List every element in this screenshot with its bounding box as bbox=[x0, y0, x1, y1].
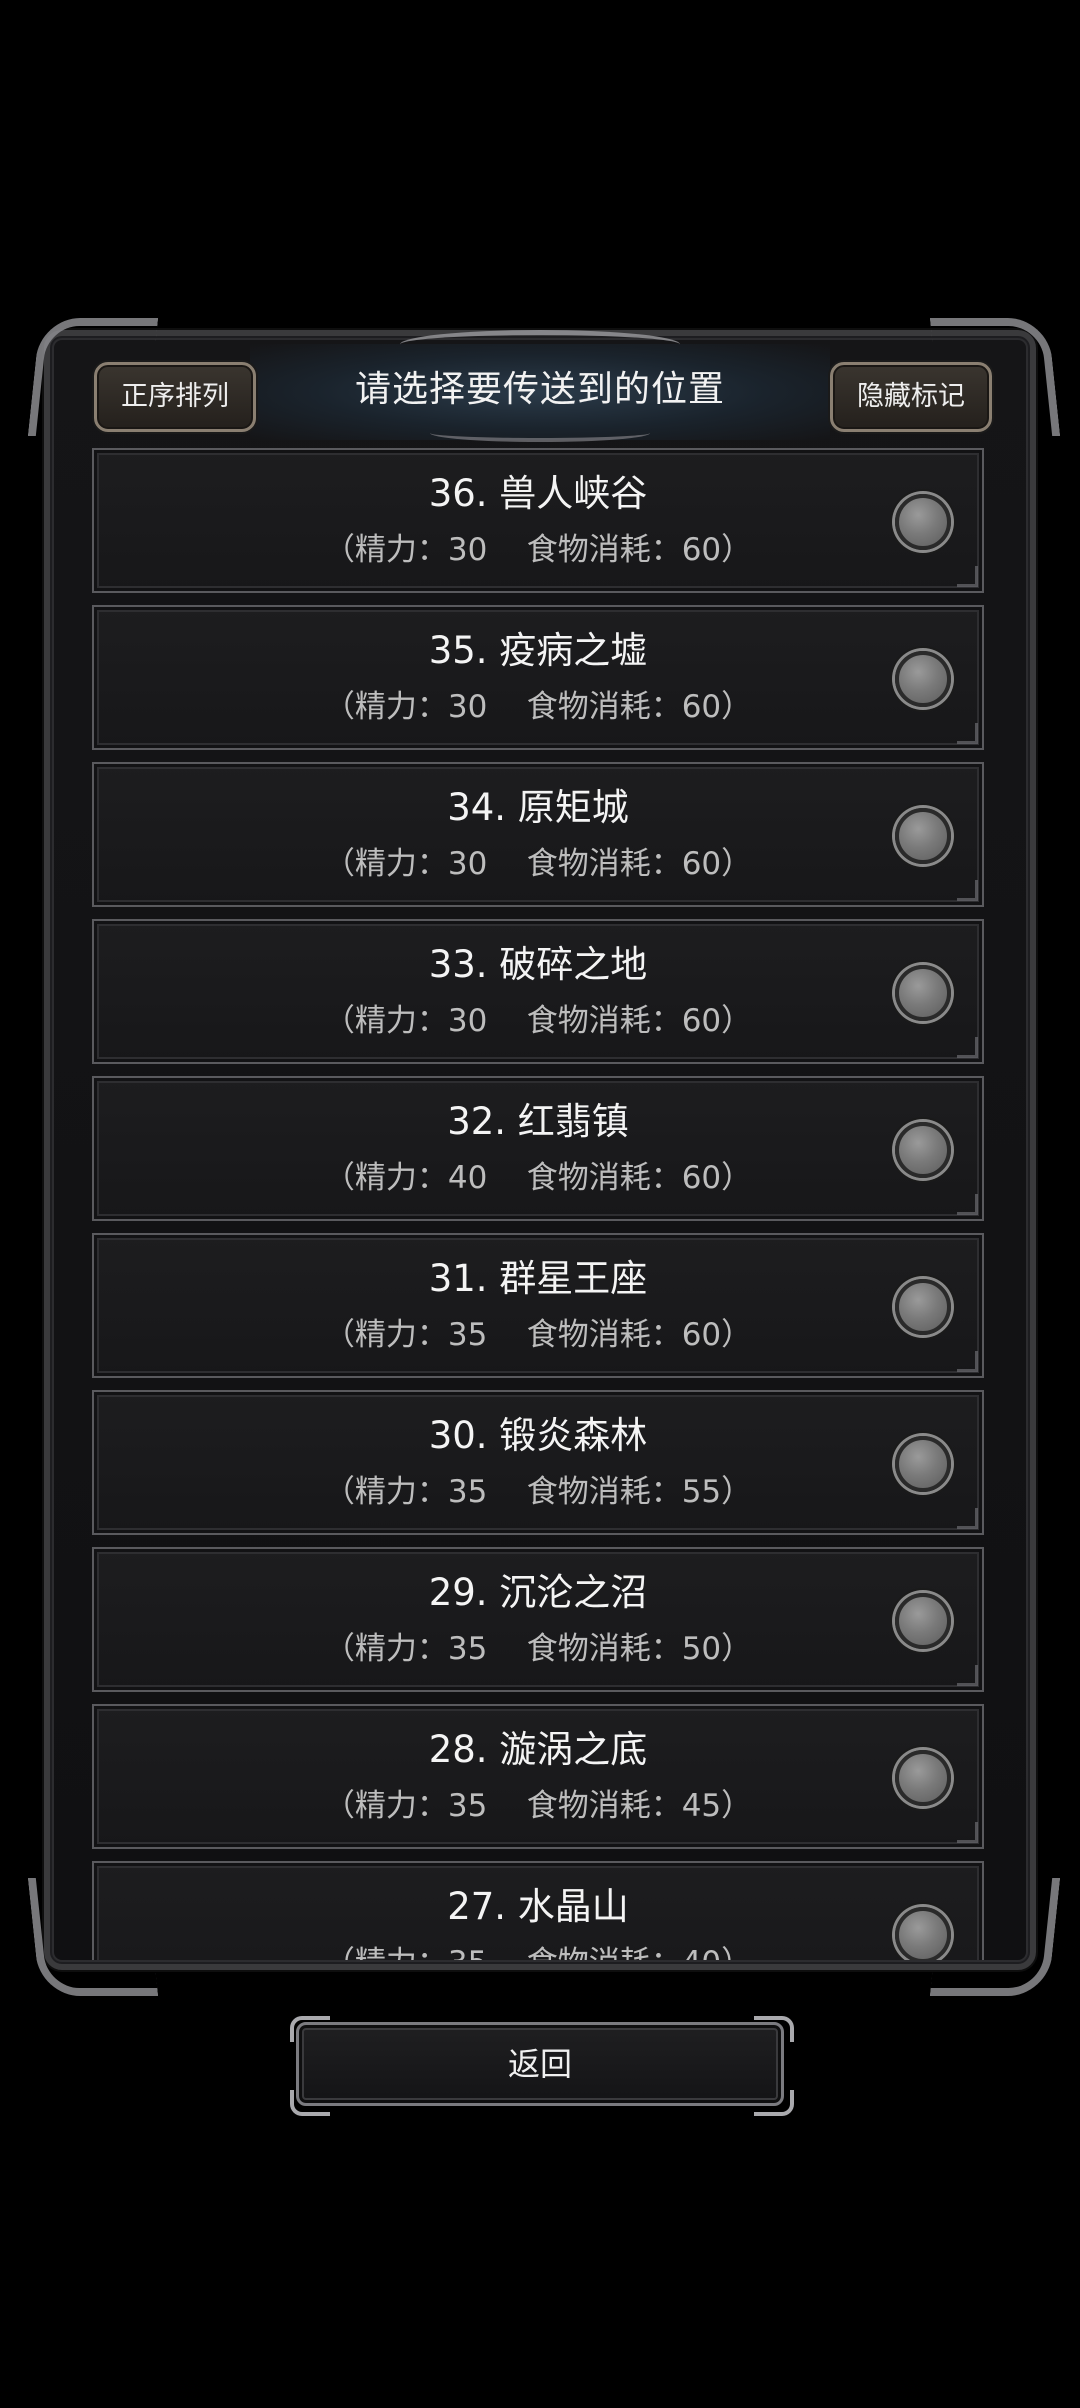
location-cost: （精力：30 食物消耗：60） bbox=[323, 846, 753, 882]
location-item[interactable]: 27. 水晶山 （精力：35 食物消耗：40） bbox=[92, 1861, 984, 1960]
hide-markers-button[interactable]: 隐藏标记 bbox=[830, 362, 992, 432]
location-name: 30. 锻炎森林 bbox=[428, 1414, 648, 1457]
location-item[interactable]: 32. 红翡镇 （精力：40 食物消耗：60） bbox=[92, 1076, 984, 1221]
location-cost: （精力：30 食物消耗：60） bbox=[323, 532, 753, 568]
location-name: 34. 原矩城 bbox=[447, 786, 629, 829]
location-cost: （精力：35 食物消耗：45） bbox=[323, 1788, 753, 1824]
button-corner-ornament bbox=[754, 2016, 794, 2042]
location-cost: （精力：30 食物消耗：60） bbox=[323, 689, 753, 725]
location-name: 36. 兽人峡谷 bbox=[428, 472, 648, 515]
back-button[interactable]: 返回 bbox=[296, 2022, 784, 2106]
location-name: 32. 红翡镇 bbox=[447, 1100, 629, 1143]
button-corner-ornament bbox=[754, 2090, 794, 2116]
location-name: 29. 沉沦之沼 bbox=[428, 1571, 648, 1614]
select-radio[interactable] bbox=[895, 1750, 951, 1806]
select-radio[interactable] bbox=[895, 1279, 951, 1335]
location-cost: （精力：35 食物消耗：40） bbox=[94, 1941, 982, 1960]
location-cost: （精力：35 食物消耗：60） bbox=[323, 1317, 753, 1353]
teleport-screen: 请选择要传送到的位置 正序排列 隐藏标记 36. 兽人峡谷 （精力：30 食物消… bbox=[0, 0, 1080, 2408]
select-radio[interactable] bbox=[895, 808, 951, 864]
location-item[interactable]: 34. 原矩城 （精力：30 食物消耗：60） bbox=[92, 762, 984, 907]
button-corner-ornament bbox=[290, 2016, 330, 2042]
location-item[interactable]: 33. 破碎之地 （精力：30 食物消耗：60） bbox=[92, 919, 984, 1064]
location-cost: （精力：35 食物消耗：50） bbox=[323, 1631, 753, 1667]
sort-order-button[interactable]: 正序排列 bbox=[94, 362, 256, 432]
location-item[interactable]: 29. 沉沦之沼 （精力：35 食物消耗：50） bbox=[92, 1547, 984, 1692]
header-ornament bbox=[430, 424, 650, 442]
select-radio[interactable] bbox=[895, 651, 951, 707]
select-radio[interactable] bbox=[895, 1907, 951, 1960]
select-radio[interactable] bbox=[895, 1122, 951, 1178]
location-item[interactable]: 28. 漩涡之底 （精力：35 食物消耗：45） bbox=[92, 1704, 984, 1849]
location-list[interactable]: 36. 兽人峡谷 （精力：30 食物消耗：60） 35. 疫病之墟 （精力：30… bbox=[92, 446, 986, 1960]
location-item[interactable]: 35. 疫病之墟 （精力：30 食物消耗：60） bbox=[92, 605, 984, 750]
location-name: 28. 漩涡之底 bbox=[428, 1728, 648, 1771]
select-radio[interactable] bbox=[895, 965, 951, 1021]
location-cost: （精力：30 食物消耗：60） bbox=[323, 1003, 753, 1039]
select-radio[interactable] bbox=[895, 494, 951, 550]
location-cost: （精力：40 食物消耗：60） bbox=[323, 1160, 753, 1196]
button-corner-ornament bbox=[290, 2090, 330, 2116]
location-name: 33. 破碎之地 bbox=[428, 943, 648, 986]
select-radio[interactable] bbox=[895, 1436, 951, 1492]
location-item[interactable]: 31. 群星王座 （精力：35 食物消耗：60） bbox=[92, 1233, 984, 1378]
location-item[interactable]: 36. 兽人峡谷 （精力：30 食物消耗：60） bbox=[92, 448, 984, 593]
select-radio[interactable] bbox=[895, 1593, 951, 1649]
location-name: 27. 水晶山 bbox=[447, 1885, 629, 1928]
header-ornament bbox=[400, 330, 680, 359]
location-cost: （精力：35 食物消耗：55） bbox=[323, 1474, 753, 1510]
location-name: 31. 群星王座 bbox=[428, 1257, 648, 1300]
location-item[interactable]: 30. 锻炎森林 （精力：35 食物消耗：55） bbox=[92, 1390, 984, 1535]
location-name: 35. 疫病之墟 bbox=[428, 629, 648, 672]
page-title: 请选择要传送到的位置 bbox=[354, 369, 725, 410]
